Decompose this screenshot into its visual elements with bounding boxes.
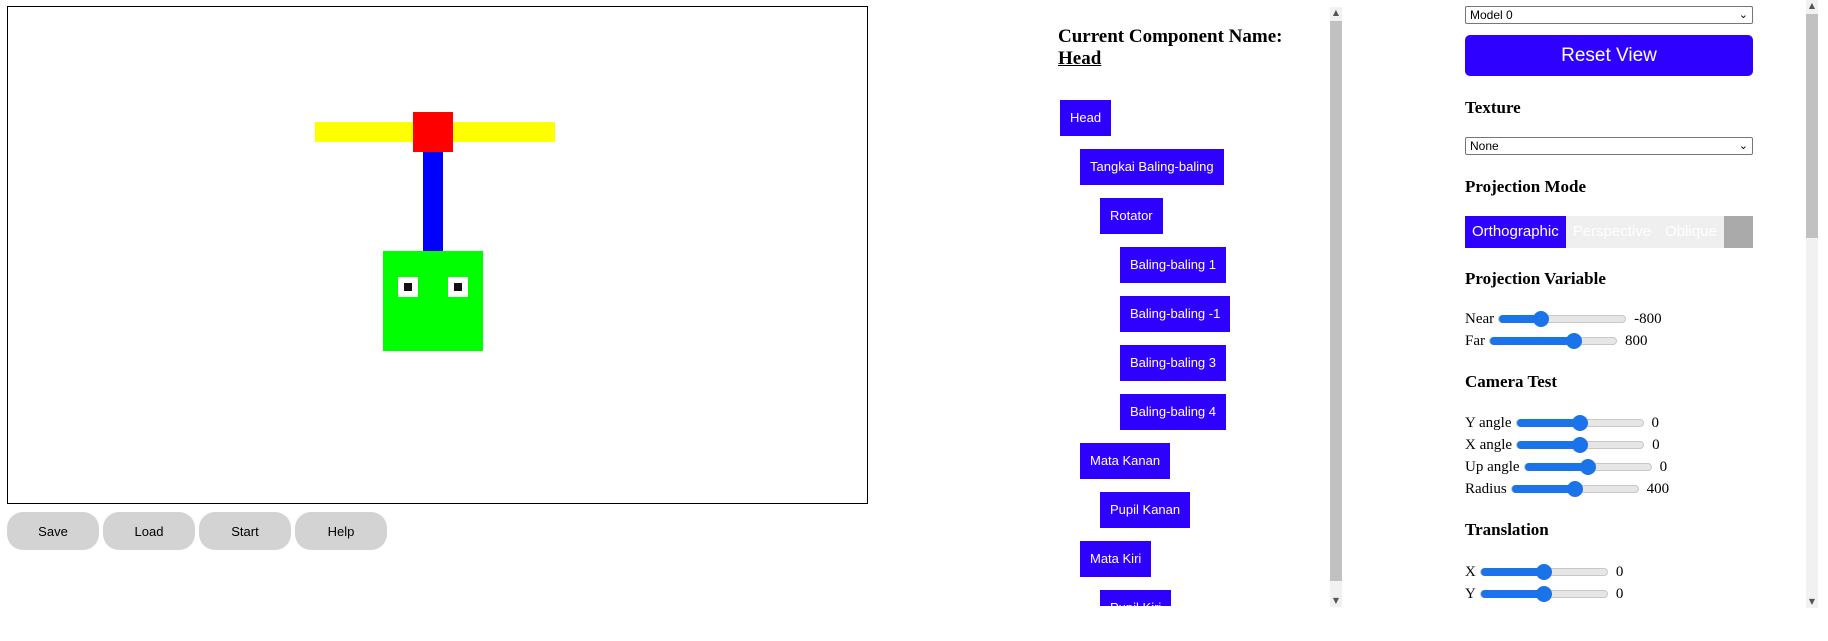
near-row: Near -800 [1465,308,1662,330]
slider-knob[interactable] [1572,437,1589,453]
load-button[interactable]: Load [103,512,195,550]
up-angle-value: 0 [1659,458,1668,475]
component-tree-panel: Current Component Name: Head Head Tangka… [1055,8,1347,606]
slider-knob[interactable] [1535,586,1552,602]
radius-label: Radius [1465,480,1507,497]
translate-y-row: Y 0 [1465,583,1623,605]
model-select[interactable]: Model 0 ⌄ [1465,6,1753,24]
translate-x-value: 0 [1615,563,1624,580]
scroll-up-arrow-icon[interactable]: ▲ [1806,0,1818,12]
tree-node-tangkai-baling-baling[interactable]: Tangkai Baling-baling [1080,149,1224,185]
texture-select-value: None [1470,139,1499,153]
current-component-label: Current Component Name: [1058,26,1283,47]
right-eye [398,277,418,297]
page-scrollbar[interactable]: ▲ ▼ [1806,0,1818,608]
y-angle-slider[interactable] [1515,415,1644,431]
tree-node-baling-baling-4[interactable]: Baling-baling 4 [1120,394,1227,430]
slider-knob[interactable] [1535,564,1552,580]
webgl-canvas[interactable] [7,6,868,504]
slider-knob[interactable] [1566,333,1583,349]
tree-scrollbar[interactable]: ▲ ▼ [1330,7,1342,607]
slider-knob[interactable] [1532,311,1549,327]
translate-x-slider[interactable] [1479,564,1608,580]
start-button[interactable]: Start [199,512,291,550]
texture-select[interactable]: None ⌄ [1465,137,1753,155]
controls-panel: Model 0 ⌄ Reset View Texture None ⌄ Proj… [1465,0,1805,608]
x-angle-row: X angle 0 [1465,434,1660,456]
up-angle-row: Up angle 0 [1465,456,1667,478]
near-slider[interactable] [1498,311,1627,327]
camera-test-heading: Camera Test [1465,372,1558,391]
scroll-up-arrow-icon[interactable]: ▲ [1330,7,1342,19]
scroll-down-arrow-icon[interactable]: ▼ [1330,595,1342,607]
model-select-value: Model 0 [1470,8,1513,22]
tree-node-mata-kiri[interactable]: Mata Kiri [1080,541,1152,577]
propeller-blade-front [453,122,555,142]
slider-knob[interactable] [1566,481,1583,497]
projection-variable-heading: Projection Variable [1465,269,1606,288]
x-angle-label: X angle [1465,436,1513,453]
propeller-blade-back [315,122,413,142]
x-angle-value: 0 [1652,436,1660,453]
x-angle-slider[interactable] [1516,437,1645,453]
far-value: 800 [1625,332,1648,349]
translate-y-label: Y [1465,585,1476,602]
radius-value: 400 [1646,480,1670,497]
translation-heading: Translation [1465,520,1549,539]
propeller-hub-bottom [413,142,453,152]
action-buttons: Save Load Start Help [7,512,387,550]
translate-y-value: 0 [1615,585,1624,602]
chevron-down-icon: ⌄ [1738,9,1748,21]
tree-node-baling-baling-3[interactable]: Baling-baling 3 [1120,345,1227,381]
chevron-down-icon: ⌄ [1738,140,1748,152]
scroll-down-arrow-icon[interactable]: ▼ [1806,596,1818,608]
left-pupil [454,283,462,291]
tree-node-head[interactable]: Head [1060,100,1112,136]
tree-node-pupil-kiri[interactable]: Pupil Kiri [1100,590,1172,606]
up-angle-label: Up angle [1465,458,1520,475]
far-row: Far 800 [1465,330,1648,352]
tree-node-baling-baling-1[interactable]: Baling-baling 1 [1120,247,1227,283]
radius-row: Radius 400 [1465,478,1669,500]
y-angle-label: Y angle [1465,414,1512,431]
reset-view-button[interactable]: Reset View [1465,35,1753,76]
propeller-stem [423,152,443,251]
current-component-name: Head [1058,48,1102,69]
translate-y-slider[interactable] [1479,586,1608,602]
slider-knob[interactable] [1571,415,1588,431]
y-angle-row: Y angle 0 [1465,412,1659,434]
save-button[interactable]: Save [7,512,99,550]
slider-knob[interactable] [1579,459,1596,475]
translate-x-row: X 0 [1465,561,1623,583]
y-angle-value: 0 [1651,414,1660,431]
far-label: Far [1465,332,1485,349]
tree-node-baling-baling-minus-1[interactable]: Baling-baling -1 [1120,296,1231,332]
tree-node-rotator[interactable]: Rotator [1100,198,1163,234]
tree-scrollbar-thumb[interactable] [1330,21,1342,581]
left-eye [448,277,468,297]
projection-mode-tabs: Orthographic Perspective Oblique [1465,216,1753,248]
tab-orthographic[interactable]: Orthographic [1465,216,1566,248]
near-value: -800 [1634,310,1662,327]
help-button[interactable]: Help [295,512,387,550]
page-scrollbar-thumb[interactable] [1806,14,1818,238]
tree-node-pupil-kanan[interactable]: Pupil Kanan [1100,492,1191,528]
texture-heading: Texture [1465,98,1521,117]
tree-node-mata-kanan[interactable]: Mata Kanan [1080,443,1171,479]
far-slider[interactable] [1489,333,1617,349]
near-label: Near [1465,310,1495,327]
tab-oblique[interactable]: Oblique [1658,216,1724,248]
translate-x-label: X [1465,563,1476,580]
robot-head [383,251,483,351]
right-pupil [404,283,412,291]
up-angle-slider[interactable] [1523,459,1652,475]
radius-slider[interactable] [1510,481,1639,497]
projection-mode-heading: Projection Mode [1465,177,1587,196]
current-component-title: Current Component Name: Head [1058,26,1282,70]
tab-perspective[interactable]: Perspective [1565,216,1659,248]
propeller-hub-top [413,112,453,122]
